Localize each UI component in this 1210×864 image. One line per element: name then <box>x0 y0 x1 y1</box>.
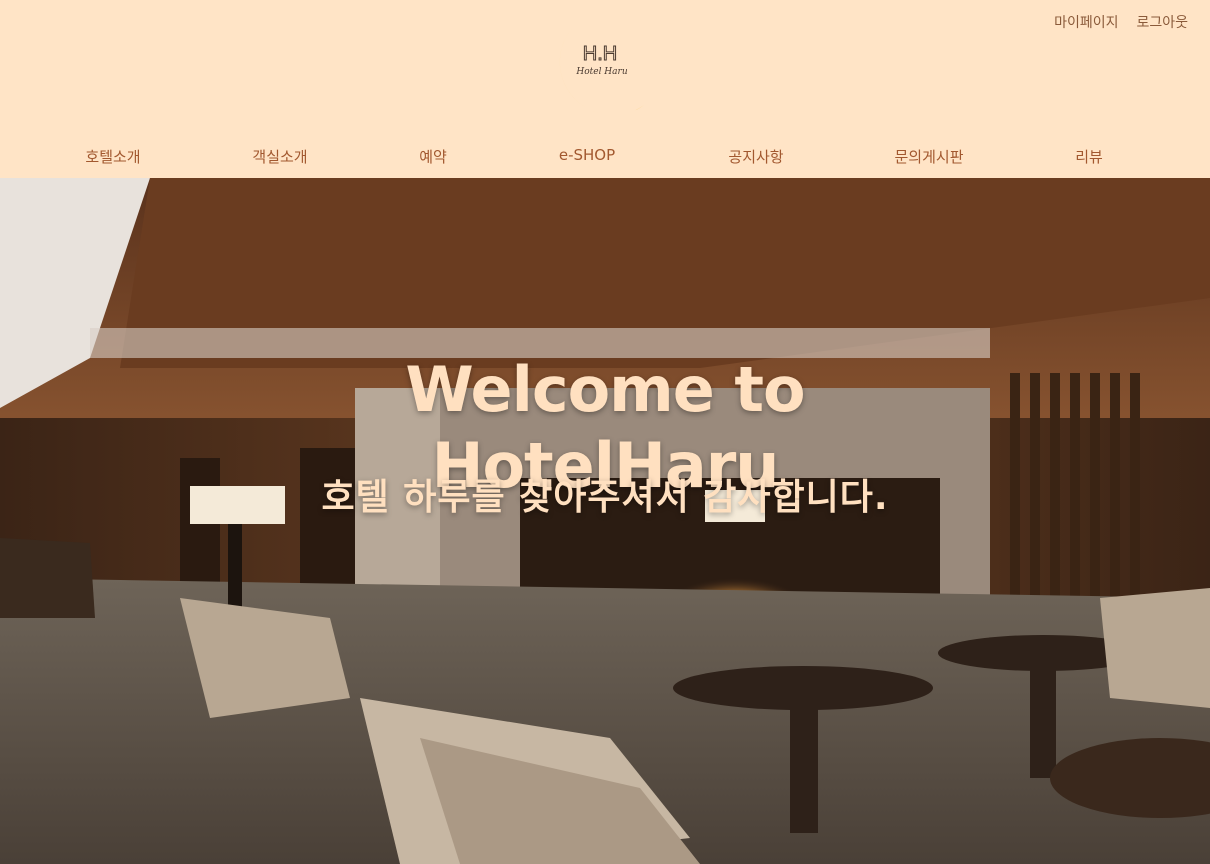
logout-link[interactable]: 로그아웃 <box>1136 12 1188 32</box>
hero-banner: Welcome to HotelHaru 호텔 하루를 찾아주셔서 감사합니다. <box>0 178 1210 864</box>
logo-monogram: H.H <box>583 43 617 65</box>
user-links: 마이페이지 로그아웃 <box>1054 12 1188 32</box>
site-header: 마이페이지 로그아웃 H.H Hotel Haru 호텔소개 객실소개 예약 e… <box>0 0 1210 178</box>
nav-item-notice[interactable]: 공지사항 <box>728 146 783 167</box>
nav-item-rooms[interactable]: 객실소개 <box>252 146 307 167</box>
nav-item-eshop[interactable]: e-SHOP <box>559 146 615 164</box>
nav-item-inquiry[interactable]: 문의게시판 <box>894 146 963 167</box>
nav-item-hotel-intro[interactable]: 호텔소개 <box>85 146 140 167</box>
main-nav: 호텔소개 객실소개 예약 e-SHOP 공지사항 문의게시판 리뷰 <box>0 146 1210 170</box>
logo-name: Hotel Haru <box>575 67 627 77</box>
nav-item-review[interactable]: 리뷰 <box>1075 146 1103 167</box>
nav-item-reservation[interactable]: 예약 <box>419 146 447 167</box>
mypage-link[interactable]: 마이페이지 <box>1054 12 1118 32</box>
hotel-lobby-image <box>0 178 1210 864</box>
hotel-logo[interactable]: H.H Hotel Haru <box>540 18 652 116</box>
